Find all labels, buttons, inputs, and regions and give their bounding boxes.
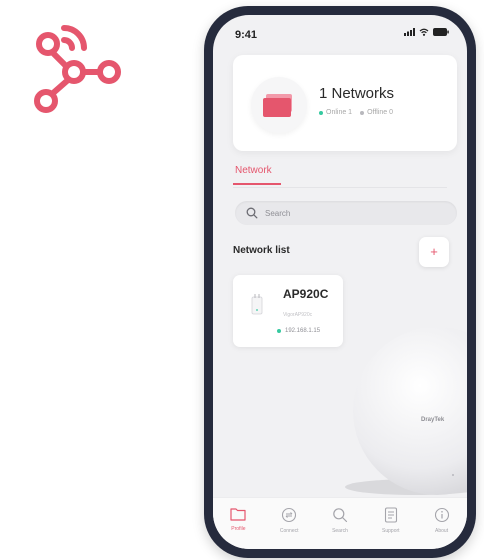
nav-search-label: Search [332, 528, 348, 534]
tab-divider [233, 187, 447, 188]
battery-icon [433, 28, 449, 36]
wifi-icon [419, 28, 429, 36]
bottom-nav: Profile Connect Search Support About [213, 497, 467, 549]
nav-profile[interactable]: Profile [216, 507, 260, 532]
phone-frame: 9:41 1 Networks Online 1 Offline 0 Netwo… [204, 6, 476, 558]
search-icon [246, 207, 258, 219]
network-folder-icon [263, 94, 292, 117]
nav-profile-label: Profile [231, 526, 246, 532]
phone-screen: 9:41 1 Networks Online 1 Offline 0 Netwo… [213, 15, 467, 549]
status-bar: 9:41 [213, 15, 467, 51]
device-brand-text: DrayTek [421, 417, 445, 423]
status-icons [404, 28, 449, 36]
device-card[interactable]: AP920C VigorAP920c 192.168.1.15 [233, 275, 343, 347]
offline-dot-icon [360, 110, 365, 115]
nav-support[interactable]: Support [369, 507, 413, 534]
device-ip-row: 192.168.1.15 [277, 328, 320, 334]
folder-icon [230, 508, 246, 521]
connect-icon [282, 507, 297, 523]
info-icon [434, 507, 449, 523]
nav-search[interactable]: Search [318, 507, 362, 534]
device-online-dot-icon [277, 329, 281, 333]
search-icon [333, 508, 348, 523]
networks-summary-card[interactable]: 1 Networks Online 1 Offline 0 [233, 55, 457, 151]
device-model: VigorAP920c [283, 312, 313, 318]
nav-about[interactable]: About [420, 507, 464, 534]
online-label: Online 1 [326, 109, 353, 116]
nav-connect-label: Connect [279, 528, 299, 534]
nav-connect[interactable]: Connect [267, 507, 311, 534]
access-point-icon [251, 294, 263, 315]
networks-count-title: 1 Networks [319, 85, 395, 102]
document-icon [384, 507, 397, 523]
brand-logo-icon [34, 25, 121, 113]
online-stat: Online 1 [319, 109, 352, 116]
networks-avatar [251, 77, 307, 133]
search-bar[interactable] [235, 201, 457, 225]
online-dot-icon [319, 110, 323, 115]
offline-stat: Offline 0 [360, 109, 393, 116]
offline-label: Offline 0 [367, 109, 394, 116]
network-list-title: Network list [233, 245, 290, 256]
networks-status: Online 1 Offline 0 [319, 109, 393, 116]
nav-about-label: About [435, 528, 449, 534]
nav-support-label: Support [382, 528, 400, 534]
tab-network[interactable]: Network [235, 165, 272, 176]
device-ip: 192.168.1.15 [285, 328, 321, 334]
tab-active-underline [233, 183, 281, 185]
signal-icon [404, 28, 415, 36]
search-input[interactable] [265, 205, 445, 221]
status-time: 9:41 [235, 29, 258, 41]
add-network-button[interactable]: + [419, 237, 449, 267]
device-name: AP920C [283, 287, 329, 301]
access-point-device-image: DrayTek [345, 327, 467, 495]
